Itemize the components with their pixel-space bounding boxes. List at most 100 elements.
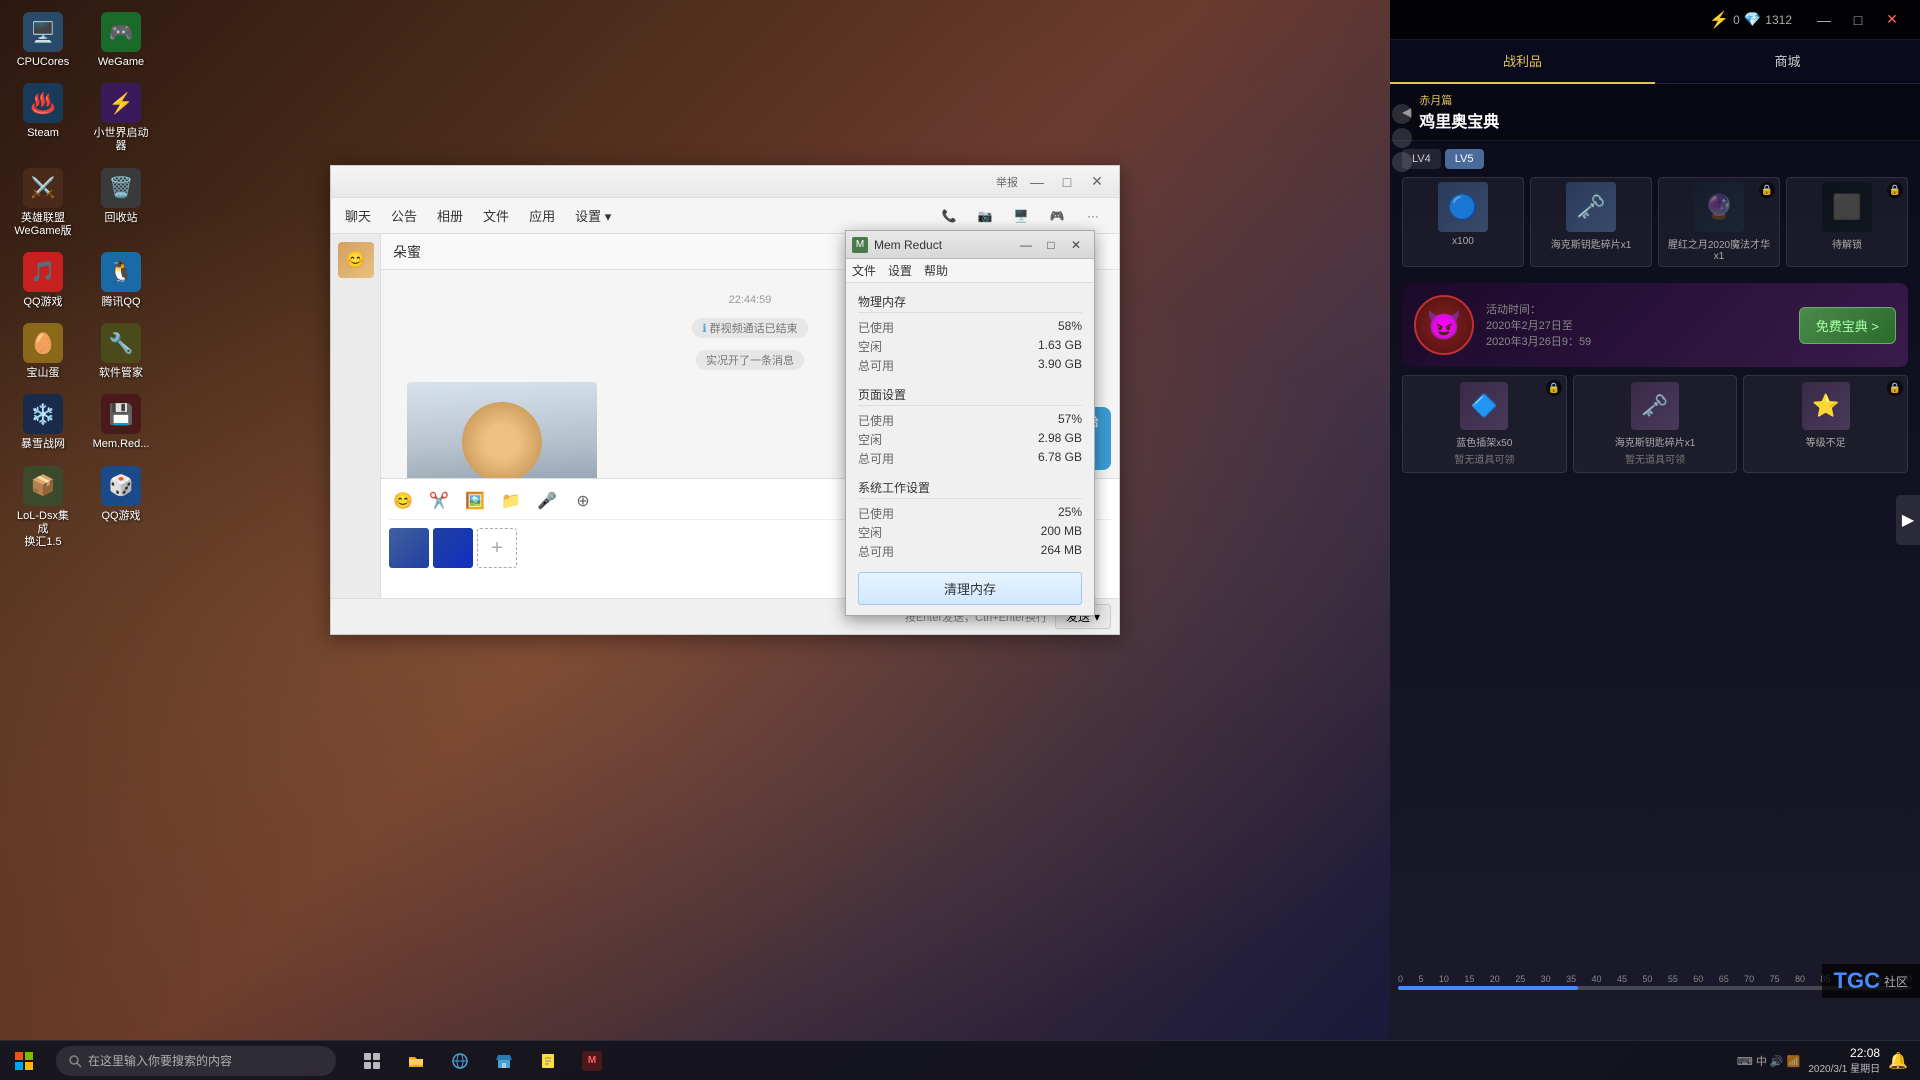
mem-menu-file[interactable]: 文件 (852, 262, 876, 279)
screenshot-btn[interactable]: ✂️ (425, 487, 453, 515)
browser-icon (451, 1052, 469, 1070)
bottom-reward-2-icon: 🗝️ (1631, 382, 1679, 430)
qq-nav-chat[interactable]: 聊天 (343, 202, 373, 229)
taskbar-memred[interactable]: M (572, 1041, 612, 1080)
qq-tx-label: 腾讯QQ (101, 296, 140, 309)
qq-game-btn[interactable]: 🎮 (1043, 202, 1071, 230)
game-minimize-btn[interactable]: — (1808, 4, 1840, 36)
qqgame-icon: 🎲 (101, 466, 141, 506)
notification-btn[interactable]: 🔔 (1888, 1051, 1908, 1071)
progress-30: 30 (1541, 974, 1551, 984)
desktop-icon-xueshan[interactable]: ❄️ 暴雪战网 (8, 390, 78, 455)
tgc-sub-text: 社区 (1884, 973, 1908, 990)
thumb-add[interactable]: + (477, 528, 517, 568)
qq-screen-btn[interactable]: 🖥️ (1007, 202, 1035, 230)
qq-more-btn[interactable]: ··· (1079, 202, 1107, 230)
taskbar-browser[interactable] (440, 1041, 480, 1080)
thumb-1[interactable] (389, 528, 429, 568)
sys-tray-icons: ⌨ 中 🔊 📶 (1737, 1053, 1800, 1069)
qq-phone-btn[interactable]: 📞 (935, 202, 963, 230)
desktop-icon-qq-music[interactable]: 🎵 QQ游戏 (8, 248, 78, 313)
lightning-icon: ⚡ (1709, 10, 1729, 30)
level-tab-lv5[interactable]: LV5 (1445, 149, 1484, 169)
desktop-icon-steam[interactable]: ♨️ Steam (8, 79, 78, 157)
mem-page-used-label: 已使用 (858, 412, 894, 429)
memred-taskbar-icon: M (582, 1051, 602, 1071)
bottom-lock-3: 🔒 (1887, 380, 1903, 396)
game-win-controls: — □ ✕ (1808, 4, 1908, 36)
taskbar-view-btn[interactable] (352, 1041, 392, 1080)
image-btn[interactable]: 🖼️ (461, 487, 489, 515)
qq-nav-file[interactable]: 文件 (481, 202, 511, 229)
start-button[interactable] (0, 1041, 48, 1080)
friend-avatar-3[interactable] (1392, 152, 1412, 172)
lock-3-icon: 🔒 (1759, 182, 1775, 198)
game-maximize-btn[interactable]: □ (1842, 4, 1874, 36)
qq-close-btn[interactable]: ✕ (1083, 170, 1111, 194)
desktop-icon-guanjia[interactable]: 🔧 软件管家 (86, 319, 156, 384)
mem-menu-help[interactable]: 帮助 (924, 262, 948, 279)
event-banner: 😈 活动时间： 2020年2月27日至 2020年3月26日9：59 免费宝典 … (1402, 283, 1908, 367)
file-btn[interactable]: 📁 (497, 487, 525, 515)
friend-avatar-2[interactable] (1392, 128, 1412, 148)
desktop-icon-cpucores[interactable]: 🖥️ CPUCores (8, 8, 78, 73)
qq-report-btn[interactable]: 举报 (993, 170, 1021, 194)
mem-restore-btn[interactable]: □ (1039, 234, 1063, 256)
progress-70: 70 (1744, 974, 1754, 984)
mem-clean-button[interactable]: 清理内存 (858, 572, 1082, 605)
bottom-reward-3: 🔒 ⭐ 等级不足 (1743, 375, 1908, 473)
desktop-icon-loldsx[interactable]: 📦 LoL-Dsx集成换汇1.5 (8, 462, 78, 554)
reward-3-icon: 🔮 (1694, 182, 1744, 232)
tgc-logo-text: TGC (1834, 968, 1880, 994)
mem-close-btn[interactable]: ✕ (1064, 234, 1088, 256)
mem-physical-used-row: 已使用 58% (858, 319, 1082, 336)
memred-label: Mem.Red... (93, 438, 150, 451)
game-nav-arrow-right[interactable]: ▶ (1896, 495, 1920, 545)
desktop-icon-wegame[interactable]: 🎮 WeGame (86, 8, 156, 73)
reward-3-label: 腥红之月2020魔法才华x1 (1663, 236, 1775, 262)
desktop-icon-recycle[interactable]: 🗑️ 回收站 (86, 164, 156, 242)
qq-nav-notice[interactable]: 公告 (389, 202, 419, 229)
desktop-icon-qqgame[interactable]: 🎲 QQ游戏 (86, 462, 156, 554)
event-free-btn[interactable]: 免费宝典 > (1799, 307, 1896, 344)
qq-toolbar: 聊天 公告 相册 文件 应用 设置 ▾ 📞 📷 🖥️ 🎮 ··· (331, 198, 1119, 234)
season-header-row: ◀ 赤月篇 鸡里奥宝典 (1402, 92, 1908, 132)
mem-syswork-used-val: 25% (1058, 505, 1082, 522)
taskbar-file-explorer[interactable] (396, 1041, 436, 1080)
taskbar: 在这里输入你要搜索的内容 (0, 1040, 1920, 1080)
baoshan-label: 宝山蛋 (27, 367, 60, 380)
mem-minimize-btn[interactable]: — (1014, 234, 1038, 256)
desktop-icon-lol-w[interactable]: ⚔️ 英雄联盟WeGame版 (8, 164, 78, 242)
qq-maximize-btn[interactable]: □ (1053, 170, 1081, 194)
qq-nav-app[interactable]: 应用 (527, 202, 557, 229)
qq-minimize-btn[interactable]: — (1023, 170, 1051, 194)
loldsx-label: LoL-Dsx集成换汇1.5 (12, 510, 74, 550)
qq-video-btn[interactable]: 📷 (971, 202, 999, 230)
qq-contact-avatar[interactable]: 😊 (338, 242, 374, 278)
taskbar-notes[interactable] (528, 1041, 568, 1080)
desktop-icon-memred[interactable]: 💾 Mem.Red... (86, 390, 156, 455)
taskbar-search-box[interactable]: 在这里输入你要搜索的内容 (56, 1046, 336, 1076)
mem-reduct-window: M Mem Reduct — □ ✕ 文件 设置 帮助 物理内存 已使用 58% (845, 230, 1095, 616)
mem-page-total-label: 总可用 (858, 450, 894, 467)
game-close-btn[interactable]: ✕ (1876, 4, 1908, 36)
mem-syswork-free-row: 空闲 200 MB (858, 524, 1082, 541)
event-area: 😈 活动时间： 2020年2月27日至 2020年3月26日9：59 免费宝典 … (1390, 283, 1920, 367)
desktop-icon-baoshan[interactable]: 🥚 宝山蛋 (8, 319, 78, 384)
voice-btn[interactable]: 🎤 (533, 487, 561, 515)
qq-nav-album[interactable]: 相册 (435, 202, 465, 229)
thumb-2[interactable] (433, 528, 473, 568)
lol-label: 小世界启动器 (90, 127, 152, 153)
friend-avatar-1[interactable] (1392, 104, 1412, 124)
desktop-icon-qq-tx[interactable]: 🐧 腾讯QQ (86, 248, 156, 313)
game-nav-shop[interactable]: 商城 (1655, 40, 1920, 84)
mem-syswork-used-label: 已使用 (858, 505, 894, 522)
mem-menu-settings[interactable]: 设置 (888, 262, 912, 279)
qq-nav-settings[interactable]: 设置 ▾ (573, 202, 613, 229)
mem-title-text: Mem Reduct (874, 238, 1014, 252)
taskbar-store[interactable] (484, 1041, 524, 1080)
emoji-btn[interactable]: 😊 (389, 487, 417, 515)
more-tool-btn[interactable]: ⊕ (569, 487, 597, 515)
desktop-icon-lol[interactable]: ⚡ 小世界启动器 (86, 79, 156, 157)
game-nav-loot[interactable]: 战利品 (1390, 40, 1655, 84)
